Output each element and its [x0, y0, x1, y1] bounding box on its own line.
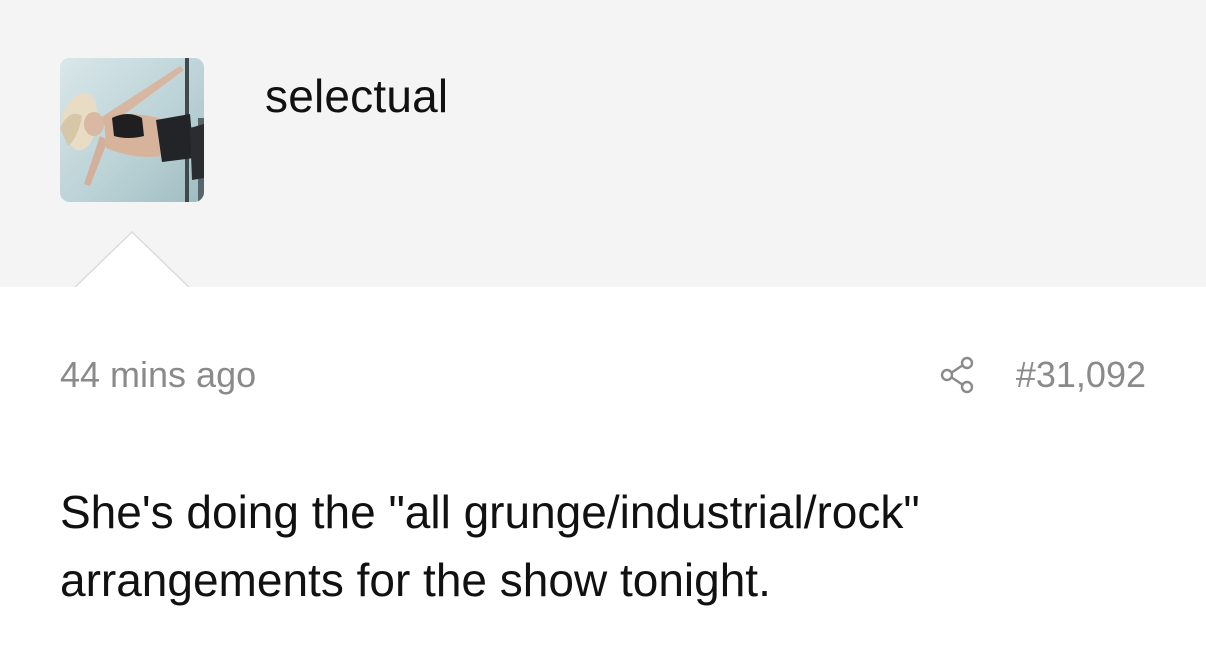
avatar[interactable]: [60, 58, 204, 202]
post-meta: 44 mins ago #31,092: [60, 350, 1146, 400]
share-icon[interactable]: [938, 355, 978, 395]
post-card: selectual 44 mins ago #31,092 She's doin…: [0, 0, 1206, 648]
avatar-image: [60, 58, 204, 202]
post-number[interactable]: #31,092: [1016, 352, 1146, 398]
header-pointer: [70, 230, 194, 290]
username[interactable]: selectual: [265, 70, 448, 122]
post-body: She's doing the "all grunge/industrial/r…: [60, 486, 920, 606]
timestamp[interactable]: 44 mins ago: [60, 352, 256, 398]
post-actions: #31,092: [938, 352, 1146, 398]
